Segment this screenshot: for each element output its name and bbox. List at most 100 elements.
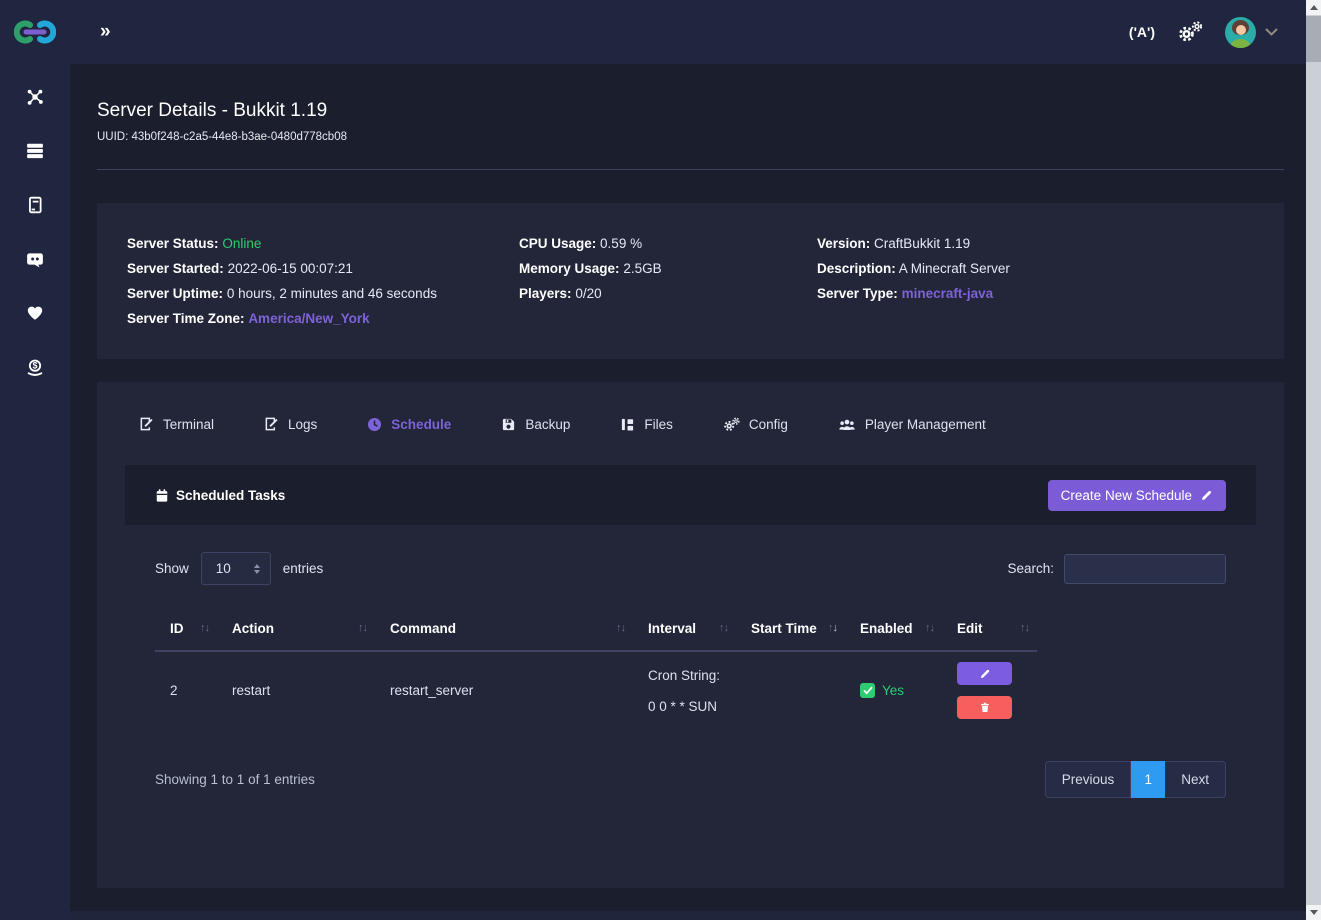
crafty-logo[interactable] [0, 0, 70, 64]
enabled-value: Yes [882, 683, 904, 698]
scrollbar-thumb[interactable] [1306, 16, 1321, 62]
tab-label: Files [644, 417, 673, 432]
search-input[interactable] [1064, 554, 1226, 584]
memory-usage-value: 2.5GB [623, 261, 661, 276]
support-heart-icon[interactable] [26, 304, 44, 322]
sort-icon[interactable]: ↑↓ [358, 622, 367, 634]
server-tabs-card: Terminal Logs Schedule [97, 382, 1284, 888]
players-label: Players: [519, 286, 572, 301]
table-controls: Show 10 entries Search: [155, 552, 1226, 585]
tab-schedule[interactable]: Schedule [367, 417, 451, 432]
cell-command: restart_server [375, 651, 633, 729]
server-uptime-label: Server Uptime: [127, 286, 223, 301]
user-profile-menu[interactable] [1225, 17, 1278, 48]
sidebar-expand-icon[interactable]: » [100, 21, 110, 43]
tab-label: Terminal [163, 417, 214, 432]
sort-icon[interactable]: ↑↓ [719, 622, 728, 634]
cpu-usage-label: CPU Usage: [519, 236, 596, 251]
sort-icon[interactable]: ↑↓ [925, 622, 934, 634]
main-content: Server Details - Bukkit 1.19 UUID: 43b0f… [70, 64, 1306, 920]
tab-terminal[interactable]: Terminal [139, 416, 214, 432]
sort-icon[interactable]: ↑↓ [828, 622, 837, 634]
page-number-button[interactable]: 1 [1131, 761, 1165, 798]
scroll-up-arrow[interactable] [1306, 0, 1321, 15]
clock-icon [367, 417, 382, 432]
column-header-interval[interactable]: Interval↑↓ [633, 606, 736, 651]
tab-config[interactable]: Config [723, 417, 788, 432]
sort-icon[interactable]: ↑↓ [616, 622, 625, 634]
schedules-table: ID↑↓ Action↑↓ Command↑↓ Interval↑↓ Start… [155, 606, 1226, 729]
hub-icon[interactable] [26, 88, 44, 106]
tab-files[interactable]: Files [620, 417, 673, 432]
server-started-label: Server Started: [127, 261, 224, 276]
pencil-icon [1200, 489, 1213, 502]
create-new-schedule-button[interactable]: Create New Schedule [1048, 480, 1226, 511]
table-header-row: ID↑↓ Action↑↓ Command↑↓ Interval↑↓ Start… [155, 606, 1037, 651]
description-value: A Minecraft Server [899, 261, 1010, 276]
documentation-icon[interactable] [26, 196, 44, 214]
show-label: Show [155, 561, 189, 576]
previous-page-button[interactable]: Previous [1045, 761, 1132, 798]
column-header-edit[interactable]: Edit↑↓ [942, 606, 1037, 651]
search-label: Search: [1007, 561, 1054, 576]
server-type-link[interactable]: minecraft-java [902, 286, 994, 301]
cpu-usage-value: 0.59 % [600, 236, 642, 251]
file-edit-icon [139, 416, 154, 432]
save-icon [501, 417, 516, 432]
page-length-select[interactable]: 10 [201, 552, 271, 585]
server-status-label: Server Status: [127, 236, 219, 251]
avatar [1225, 17, 1256, 48]
sidebar: $ [0, 0, 70, 920]
server-uptime-value: 0 hours, 2 minutes and 46 seconds [227, 286, 437, 301]
column-header-enabled[interactable]: Enabled↑↓ [845, 606, 942, 651]
tab-label: Schedule [391, 417, 451, 432]
server-status-value: Online [222, 236, 261, 251]
servers-icon[interactable] [26, 142, 44, 160]
top-navbar: » ('A') [70, 0, 1306, 64]
page-footer-bar [70, 911, 1306, 920]
edit-schedule-button[interactable] [957, 662, 1012, 685]
version-label: Version: [817, 236, 870, 251]
select-arrows-icon [254, 564, 260, 574]
scrollbar[interactable] [1306, 0, 1321, 920]
sort-icon[interactable]: ↑↓ [1020, 622, 1029, 634]
settings-gears-icon[interactable] [1177, 20, 1203, 44]
cell-interval: Cron String: 0 0 * * SUN [633, 651, 736, 729]
next-page-button[interactable]: Next [1165, 761, 1226, 798]
server-timezone-label: Server Time Zone: [127, 311, 245, 326]
donate-icon[interactable]: $ [26, 358, 44, 376]
sort-icon[interactable]: ↑↓ [200, 622, 209, 634]
tab-backup[interactable]: Backup [501, 417, 570, 432]
tab-player-management[interactable]: Player Management [838, 417, 986, 432]
chevron-down-icon [1265, 28, 1278, 36]
tab-logs[interactable]: Logs [264, 416, 317, 432]
scroll-down-arrow[interactable] [1306, 905, 1321, 920]
column-header-id[interactable]: ID↑↓ [155, 606, 217, 651]
table-row: 2 restart restart_server Cron String: 0 … [155, 651, 1037, 729]
discord-icon[interactable] [26, 250, 44, 268]
table-footer: Showing 1 to 1 of 1 entries Previous 1 N… [155, 761, 1226, 798]
tab-label: Config [749, 417, 788, 432]
delete-schedule-button[interactable] [957, 696, 1012, 719]
server-info-card: Server Status: Online Server Started: 20… [97, 203, 1284, 359]
users-icon [838, 417, 856, 432]
cell-start-time [736, 651, 845, 729]
column-header-start-time[interactable]: Start Time↑↓ [736, 606, 845, 651]
file-tree-icon [620, 417, 635, 432]
cell-action: restart [217, 651, 375, 729]
description-label: Description: [817, 261, 896, 276]
pagination: Previous 1 Next [1045, 761, 1226, 798]
page-title: Server Details - Bukkit 1.19 [97, 100, 1284, 122]
column-header-command[interactable]: Command↑↓ [375, 606, 633, 651]
column-header-action[interactable]: Action↑↓ [217, 606, 375, 651]
memory-usage-label: Memory Usage: [519, 261, 620, 276]
tab-bar: Terminal Logs Schedule [139, 416, 1256, 432]
server-type-label: Server Type: [817, 286, 898, 301]
server-timezone-link[interactable]: America/New_York [248, 311, 369, 326]
server-uuid: UUID: 43b0f248-c2a5-44e8-b3ae-0480d778cb… [97, 131, 1284, 143]
entries-label: entries [283, 561, 324, 576]
language-icon[interactable]: ('A') [1129, 24, 1155, 40]
cell-id: 2 [155, 651, 217, 729]
file-edit-icon [264, 416, 279, 432]
svg-text:$: $ [32, 361, 37, 371]
